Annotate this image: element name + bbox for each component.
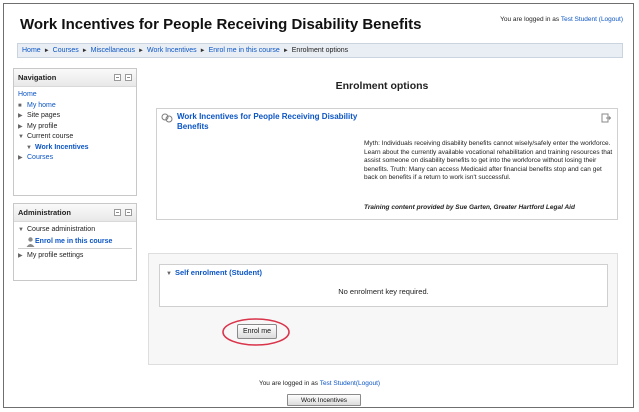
logout-link[interactable]: (Logout) xyxy=(599,16,623,23)
hide-block-icon[interactable] xyxy=(114,74,121,81)
course-info-box: Work Incentives for People Receiving Dis… xyxy=(156,108,618,220)
course-credit: Training content provided by Sue Garten,… xyxy=(364,204,575,211)
nav-item-current-course-label: Current course xyxy=(27,133,74,140)
breadcrumb-work-incentives[interactable]: Work Incentives xyxy=(147,47,197,54)
nav-item-work-incentives[interactable]: ▼ Work Incentives xyxy=(18,143,132,154)
admin-my-profile-settings-label: My profile settings xyxy=(27,251,84,259)
course-icon xyxy=(161,113,173,123)
footer-logout-link[interactable]: (Logout) xyxy=(356,380,380,387)
nav-item-my-profile[interactable]: ▶ My profile xyxy=(18,122,132,133)
course-title-link[interactable]: Work Incentives for People Receiving Dis… xyxy=(177,112,377,132)
login-info: You are logged in as Test Student (Logou… xyxy=(500,16,623,23)
page-title: Work Incentives for People Receiving Dis… xyxy=(20,16,422,33)
breadcrumb-enrol[interactable]: Enrol me in this course xyxy=(209,47,280,54)
breadcrumb-separator-icon: ► xyxy=(81,48,88,54)
navigation-block-title: Navigation xyxy=(18,73,57,82)
dock-block-icon[interactable] xyxy=(125,209,132,216)
breadcrumb-miscellaneous[interactable]: Miscellaneous xyxy=(91,47,135,54)
footer-login-info: You are logged in as Test Student(Logout… xyxy=(0,380,639,387)
work-incentives-button[interactable]: Work Incentives xyxy=(287,394,361,406)
expand-arrow-icon: ▶ xyxy=(18,252,23,259)
dock-block-icon[interactable] xyxy=(125,74,132,81)
admin-course-administration[interactable]: ▼ Course administration xyxy=(18,225,132,236)
nav-item-my-home-label: My home xyxy=(27,101,56,109)
self-enrolment-fieldset: ▼ Self enrolment (Student) No enrolment k… xyxy=(159,264,608,307)
admin-enrol-me-label: Enrol me in this course xyxy=(35,237,113,245)
collapse-arrow-icon: ▼ xyxy=(166,271,172,277)
nav-item-site-pages-label: Site pages xyxy=(27,112,61,119)
self-enrolment-legend[interactable]: ▼ Self enrolment (Student) xyxy=(166,268,262,277)
expand-arrow-icon: ▶ xyxy=(18,113,23,119)
breadcrumb-separator-icon: ► xyxy=(282,48,289,54)
breadcrumb-home[interactable]: Home xyxy=(22,47,41,54)
footer-user-link[interactable]: Test Student xyxy=(320,380,356,387)
self-enrolment-legend-label: Self enrolment (Student) xyxy=(174,268,263,277)
navigation-block-header: Navigation xyxy=(14,69,136,87)
administration-block-header: Administration xyxy=(14,204,136,222)
hide-block-icon[interactable] xyxy=(114,209,121,216)
collapse-arrow-icon: ▼ xyxy=(26,144,32,151)
footer-login-prefix: You are logged in as xyxy=(258,380,318,387)
enrol-me-button[interactable]: Enrol me xyxy=(237,324,277,339)
administration-block: Administration ▼ Course administration En… xyxy=(13,203,137,281)
nav-item-courses[interactable]: ▶ Courses xyxy=(18,153,132,164)
collapse-arrow-icon: ▼ xyxy=(18,227,24,233)
nav-item-my-profile-label: My profile xyxy=(27,122,58,130)
user-icon xyxy=(26,236,35,247)
breadcrumb-separator-icon: ► xyxy=(43,48,50,54)
breadcrumb-courses[interactable]: Courses xyxy=(53,47,79,54)
admin-course-administration-label: Course administration xyxy=(27,226,96,233)
course-summary: Myth: Individuals receiving disability b… xyxy=(364,140,613,182)
nav-home[interactable]: Home xyxy=(18,90,132,101)
collapse-arrow-icon: ▼ xyxy=(18,134,24,140)
login-prefix: You are logged in as xyxy=(500,16,560,23)
no-enrolment-key-text: No enrolment key required. xyxy=(338,287,429,296)
expand-arrow-icon: ▶ xyxy=(18,123,23,130)
breadcrumb-current: Enrolment options xyxy=(291,47,349,54)
enrolment-options-heading: Enrolment options xyxy=(335,80,429,92)
nav-item-my-home[interactable]: ■ My home xyxy=(18,101,132,112)
nav-item-current-course[interactable]: ▼ Current course xyxy=(18,132,132,143)
navigation-block: Navigation Home ■ My home ▶ Site pages ▶ My… xyxy=(13,68,137,196)
nav-item-courses-label: Courses xyxy=(27,154,54,161)
enrolment-icon xyxy=(601,113,611,123)
self-enrolment-panel: ▼ Self enrolment (Student) No enrolment k… xyxy=(148,253,618,365)
expand-arrow-icon: ▶ xyxy=(18,155,23,161)
admin-enrol-me[interactable]: Enrol me in this course xyxy=(18,236,132,249)
breadcrumb-separator-icon: ► xyxy=(199,48,206,54)
nav-item-work-incentives-label: Work Incentives xyxy=(35,143,89,151)
breadcrumb-separator-icon: ► xyxy=(138,48,144,54)
breadcrumb: Home ► Courses ► Miscellaneous ► Work Incentiv… xyxy=(17,43,623,58)
admin-my-profile-settings[interactable]: ▶ My profile settings xyxy=(18,251,132,262)
user-link[interactable]: Test Student xyxy=(561,16,597,23)
administration-block-title: Administration xyxy=(18,208,71,217)
nav-item-site-pages[interactable]: ▶ Site pages xyxy=(18,111,132,122)
bullet-icon: ■ xyxy=(18,102,22,109)
